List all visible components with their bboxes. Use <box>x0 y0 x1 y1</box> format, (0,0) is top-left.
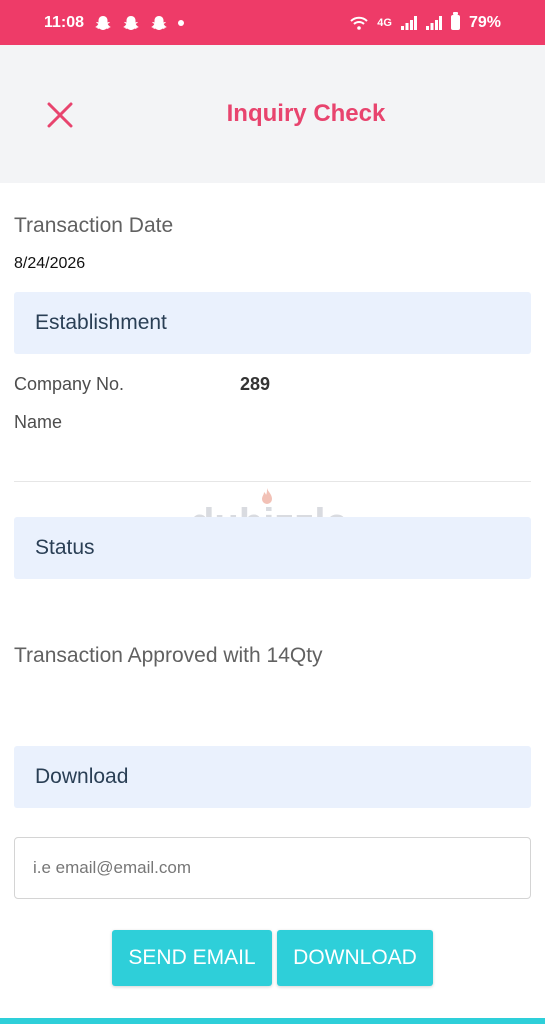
send-email-button[interactable]: SEND EMAIL <box>112 930 272 986</box>
status-bar: 11:08 4G 79% <box>0 0 545 45</box>
status-message: Transaction Approved with 14Qty <box>14 644 323 667</box>
establishment-section-header: Establishment <box>14 292 531 354</box>
battery-percent: 79% <box>468 13 501 31</box>
close-icon <box>47 102 73 128</box>
notification-dot-icon <box>178 19 185 26</box>
close-button[interactable] <box>38 93 82 137</box>
snapchat-icon <box>123 15 139 30</box>
divider <box>14 481 531 482</box>
transaction-date-value: 8/24/2026 <box>14 255 86 272</box>
company-no-value: 289 <box>240 374 271 394</box>
name-label: Name <box>14 412 63 432</box>
transaction-date-label: Transaction Date <box>14 214 174 237</box>
network-type: 4G <box>377 16 392 29</box>
status-bar-left: 11:08 <box>44 13 185 32</box>
status-time: 11:08 <box>44 13 85 31</box>
status-section-header: Status <box>14 517 531 579</box>
signal-icon <box>400 15 417 30</box>
snapchat-icon <box>151 15 167 30</box>
email-input[interactable] <box>14 837 531 899</box>
bottom-accent-bar <box>0 1018 545 1024</box>
download-button[interactable]: DOWNLOAD <box>277 930 433 986</box>
company-no-label: Company No. <box>14 374 125 394</box>
flame-icon <box>262 488 272 504</box>
page-title: Inquiry Check <box>226 100 386 127</box>
download-section-header: Download <box>14 746 531 808</box>
snapchat-icon <box>95 15 111 30</box>
header: Inquiry Check <box>0 45 545 183</box>
wifi-icon <box>350 16 368 30</box>
signal-icon <box>425 15 442 30</box>
status-bar-right: 4G 79% <box>350 12 501 32</box>
battery-icon <box>450 12 460 30</box>
